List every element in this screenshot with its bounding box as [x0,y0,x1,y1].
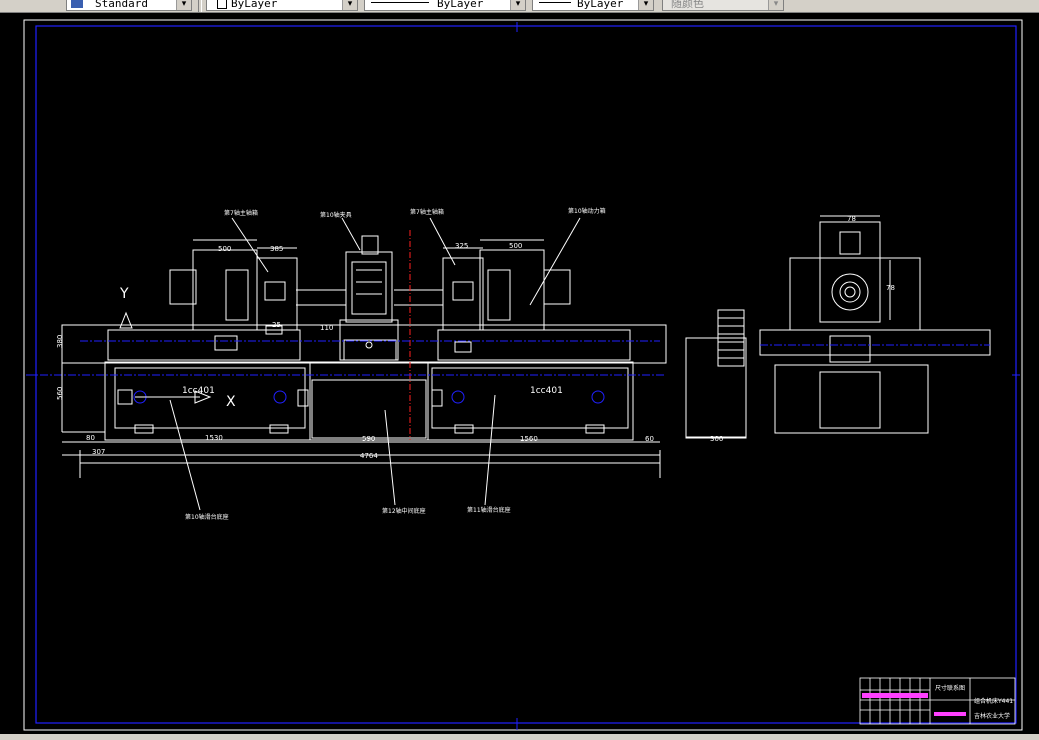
color-select[interactable]: ByLayer ▾ [206,0,358,11]
dim-25: 25 [272,321,281,329]
text-style-select[interactable]: Standard ▾ [66,0,192,11]
label-center-fixture: 第10轴夹具 [320,211,352,219]
title-block-school: 吉林农业大学 [974,712,1010,720]
dim-1530: 1530 [205,434,223,442]
color-value: ByLayer [231,0,278,10]
command-line[interactable] [0,734,1039,740]
dim-590: 590 [362,435,375,443]
dim-325: 325 [455,242,468,250]
color-swatch-icon [217,0,227,9]
left-base-panel [114,367,306,429]
dim-1560: 1560 [520,435,538,443]
chevron-down-icon[interactable]: ▾ [768,0,783,10]
machine-bed-upper [61,324,667,364]
label-center-base: 第12轴中间底座 [382,507,426,515]
text-style-value: Standard [95,0,148,10]
plot-style-value: 随颜色 [671,0,704,10]
lineweight-value: ByLayer [577,0,624,10]
chevron-down-icon[interactable]: ▾ [176,0,191,10]
label-left-base: 第10轴滑台底座 [185,513,229,521]
dim-300: 300 [710,435,723,443]
axis-y-label: Y [119,286,129,302]
side-view [685,215,991,439]
title-block-name: 尺寸联系图 [935,684,965,692]
part-label-left: 1cc401 [182,386,215,396]
dim-560: 560 [56,387,64,400]
chevron-down-icon[interactable]: ▾ [638,0,653,10]
linetype-select[interactable]: ByLayer ▾ [364,0,526,11]
plot-style-select[interactable]: 随颜色 ▾ [662,0,784,11]
dim-78-top: 78 [847,215,856,223]
right-base-panel [431,367,629,429]
dim-500-left: 500 [218,245,231,253]
dim-500-right: 500 [509,242,522,250]
label-right-headstock: 第7轴主轴箱 [410,208,444,216]
label-left-headstock: 第7轴主轴箱 [224,209,258,217]
dim-307: 307 [92,448,105,456]
dim-78-side: 78 [886,284,895,292]
label-power-box: 第10轴动力箱 [568,207,606,215]
part-label-right: 1cc401 [530,386,563,396]
chevron-down-icon[interactable]: ▾ [510,0,525,10]
toolbar-separator [198,0,202,12]
axis-x-label: X [226,394,236,410]
front-view [40,217,667,511]
chevron-down-icon[interactable]: ▾ [342,0,357,10]
dim-4764: 4764 [360,452,378,460]
dim-380: 380 [56,335,64,348]
dim-60: 60 [645,435,654,443]
linetype-sample-icon [371,2,429,3]
lineweight-sample-icon [539,2,571,3]
label-right-base: 第11轴滑台底座 [467,506,511,514]
lineweight-select[interactable]: ByLayer ▾ [532,0,654,11]
title-block-drawing-no: 组合机床Y441 [974,697,1013,705]
drawing-canvas[interactable]: 第7轴主轴箱 第10轴夹具 第7轴主轴箱 第10轴动力箱 第10轴滑台底座 第1… [0,12,1039,740]
dim-110: 110 [320,324,333,332]
dim-385: 385 [270,245,283,253]
dim-80-left: 80 [86,434,95,442]
text-style-icon [71,0,83,8]
linetype-value: ByLayer [437,0,484,10]
